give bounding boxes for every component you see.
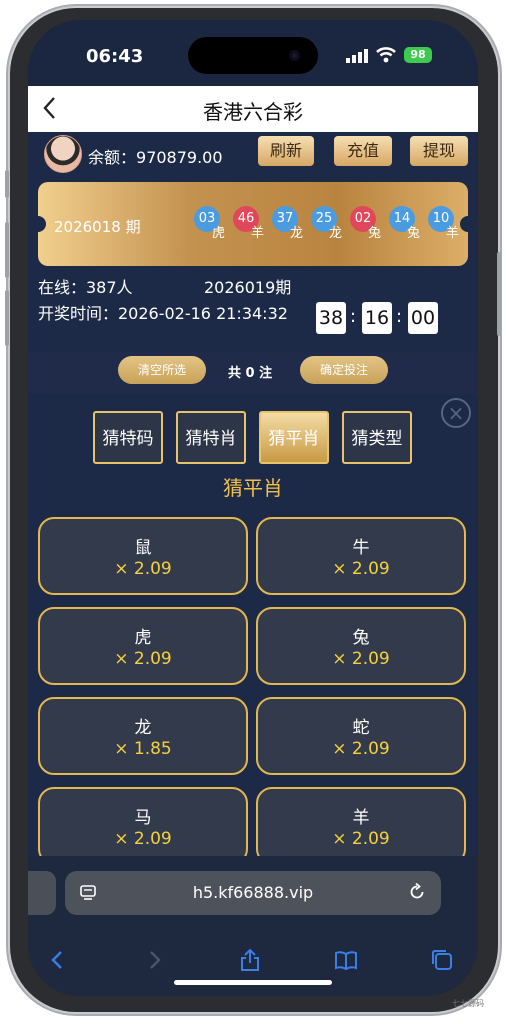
zodiac-odds: × 1.85	[114, 739, 172, 759]
zodiac-option[interactable]: 蛇 × 2.09	[256, 697, 466, 775]
draw-info: 在线：387人 2026019期 开奖时间：2026-02-16 21:34:3…	[28, 266, 478, 352]
withdraw-button[interactable]: 提现	[410, 136, 468, 166]
url-bar[interactable]: h5.kf66888.vip	[65, 871, 441, 915]
zodiac-odds: × 2.09	[332, 649, 390, 669]
page-title: 香港六合彩	[203, 100, 303, 124]
zodiac-name: 牛	[352, 538, 370, 558]
zodiac-odds: × 2.09	[114, 559, 172, 579]
balance: 余额：970879.00	[88, 144, 223, 168]
bet-bar: 清空所选 共 0 注 确定投注	[28, 352, 478, 394]
online-count: 在线：387人	[38, 278, 133, 297]
browser-bar: h5.kf66888.vip	[28, 856, 478, 996]
zodiac-name: 鼠	[134, 538, 152, 558]
zodiac-name: 马	[134, 808, 152, 828]
screen: 06:43 98 香港六合彩 余额：970879.00 刷新 充值 提现 202…	[28, 20, 478, 996]
side-button	[5, 170, 9, 198]
back-icon[interactable]	[46, 948, 70, 972]
watermark: 七七源码	[452, 999, 484, 1008]
status-time: 06:43	[86, 46, 144, 67]
zodiac-option[interactable]: 鼠 × 2.09	[38, 517, 248, 595]
side-button	[5, 290, 9, 346]
zodiac-option[interactable]: 兔 × 2.09	[256, 607, 466, 685]
side-button	[5, 222, 9, 278]
zodiac-odds: × 2.09	[114, 649, 172, 669]
share-icon[interactable]	[238, 948, 262, 972]
countdown-colon: :	[396, 306, 403, 327]
draw-time: 开奖时间：2026-02-16 21:34:32	[38, 304, 288, 323]
draw-zodiac: 龙	[329, 226, 343, 241]
side-button	[497, 252, 501, 336]
ticket-notch	[460, 216, 476, 232]
home-indicator	[174, 980, 332, 985]
bookmarks-icon[interactable]	[334, 948, 358, 972]
countdown-seconds: 00	[408, 302, 438, 334]
zodiac-option[interactable]: 龙 × 1.85	[38, 697, 248, 775]
reload-icon[interactable]	[407, 882, 427, 902]
tab-bet-type[interactable]: 猜特码	[93, 411, 163, 464]
tab-bet-type[interactable]: 猜特肖	[176, 411, 246, 464]
bet-count: 共 0 注	[228, 366, 273, 381]
clear-selection-button[interactable]: 清空所选	[118, 356, 206, 384]
draw-zodiac: 羊	[251, 226, 265, 241]
zodiac-odds: × 2.09	[332, 829, 390, 849]
avatar[interactable]	[44, 135, 82, 173]
confirm-bet-button[interactable]: 确定投注	[300, 356, 388, 384]
zodiac-name: 蛇	[352, 718, 370, 738]
refresh-button[interactable]: 刷新	[258, 136, 314, 166]
zodiac-odds: × 2.09	[332, 559, 390, 579]
zodiac-name: 虎	[134, 628, 152, 648]
tab-bet-type[interactable]: 猜平肖	[259, 411, 329, 464]
camera-icon	[289, 50, 300, 61]
zodiac-option[interactable]: 牛 × 2.09	[256, 517, 466, 595]
last-draw-ticket: 2026018 期 03 虎 46 羊 37 龙 25 龙 02 兔 14 兔 10 羊	[30, 182, 476, 266]
zodiac-option[interactable]: 虎 × 2.09	[38, 607, 248, 685]
signal-icon	[346, 49, 368, 63]
status-bar: 06:43 98	[28, 20, 478, 86]
recharge-button[interactable]: 充值	[334, 136, 392, 166]
zodiac-option[interactable]: 羊 × 2.09	[256, 787, 466, 865]
countdown-colon: :	[350, 306, 357, 327]
zodiac-odds: × 2.09	[114, 829, 172, 849]
ticket-notch	[30, 216, 46, 232]
tab-bet-type[interactable]: 猜类型	[342, 411, 412, 464]
zodiac-name: 兔	[352, 628, 370, 648]
draw-zodiac: 虎	[212, 226, 226, 241]
draw-zodiac: 龙	[290, 226, 304, 241]
battery-level: 98	[410, 48, 426, 61]
zodiac-option[interactable]: 马 × 2.09	[38, 787, 248, 865]
tabs-icon[interactable]	[430, 948, 454, 972]
draw-period: 2026018 期	[54, 218, 141, 236]
page-header: 香港六合彩	[28, 86, 478, 132]
balance-label: 余额：	[88, 148, 137, 167]
draw-zodiac: 兔	[368, 226, 382, 241]
account-row: 余额：970879.00 刷新 充值 提现	[28, 132, 478, 182]
url-text: h5.kf66888.vip	[192, 883, 314, 902]
countdown-hours: 38	[316, 302, 346, 334]
balance-value: 970879.00	[136, 148, 223, 167]
battery-icon: 98	[404, 47, 432, 63]
close-icon[interactable]: ×	[441, 398, 471, 428]
previous-tab-stub[interactable]	[28, 871, 56, 915]
wifi-icon	[376, 47, 396, 63]
section-title: 猜平肖	[223, 476, 283, 500]
draw-zodiac: 羊	[446, 226, 460, 241]
forward-icon[interactable]	[142, 948, 166, 972]
zodiac-name: 羊	[352, 808, 370, 828]
countdown-minutes: 16	[362, 302, 392, 334]
zodiac-name: 龙	[134, 718, 152, 738]
zodiac-odds: × 2.09	[332, 739, 390, 759]
dynamic-island	[188, 37, 318, 74]
draw-zodiac: 兔	[407, 226, 421, 241]
next-period: 2026019期	[204, 278, 292, 297]
